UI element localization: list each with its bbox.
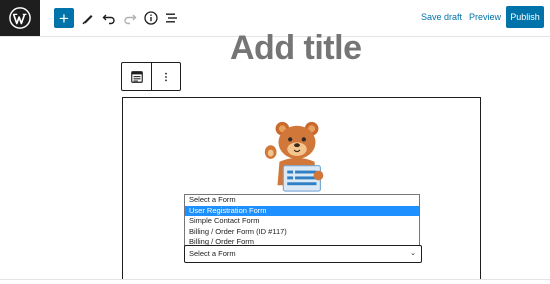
- form-option[interactable]: Select a Form: [185, 195, 419, 206]
- form-option[interactable]: Billing / Order Form (ID #117): [185, 227, 419, 238]
- redo-button[interactable]: [121, 9, 139, 27]
- form-option[interactable]: Simple Contact Form: [185, 216, 419, 227]
- post-title-input[interactable]: Add title: [230, 28, 362, 69]
- add-block-icon: +: [59, 8, 69, 28]
- wordpress-logo-button[interactable]: [0, 0, 40, 36]
- form-select-dropdown-list: Select a Form User Registration Form Sim…: [184, 194, 420, 249]
- redo-icon: [124, 14, 137, 25]
- form-select[interactable]: Select a Form ⌄: [184, 245, 422, 263]
- undo-button[interactable]: [100, 9, 118, 27]
- undo-icon: [102, 14, 115, 25]
- form-option-highlighted[interactable]: User Registration Form: [185, 205, 419, 216]
- add-block-button[interactable]: +: [54, 8, 74, 28]
- pen-tool-icon: [82, 15, 93, 25]
- wordpress-logo-icon: [9, 7, 31, 29]
- tools-button[interactable]: [79, 9, 97, 27]
- form-block-icon: [130, 70, 143, 83]
- block-toolbar: [121, 62, 181, 91]
- wpforms-block[interactable]: Select a Form User Registration Form Sim…: [122, 97, 481, 280]
- preview-link[interactable]: Preview: [469, 12, 501, 22]
- more-options-button[interactable]: [152, 63, 180, 90]
- info-icon: [144, 11, 158, 25]
- list-view-icon: [166, 13, 177, 23]
- more-options-icon: [165, 72, 167, 81]
- form-select-value: Select a Form: [189, 249, 236, 258]
- save-draft-link[interactable]: Save draft: [421, 12, 462, 22]
- publish-button[interactable]: Publish: [506, 6, 544, 28]
- details-button[interactable]: [142, 9, 160, 27]
- block-type-button[interactable]: [122, 63, 152, 90]
- chevron-down-icon: ⌄: [410, 250, 416, 257]
- bear-mascot-image: [264, 121, 324, 192]
- list-view-button[interactable]: [163, 9, 181, 27]
- content-divider: [0, 279, 550, 280]
